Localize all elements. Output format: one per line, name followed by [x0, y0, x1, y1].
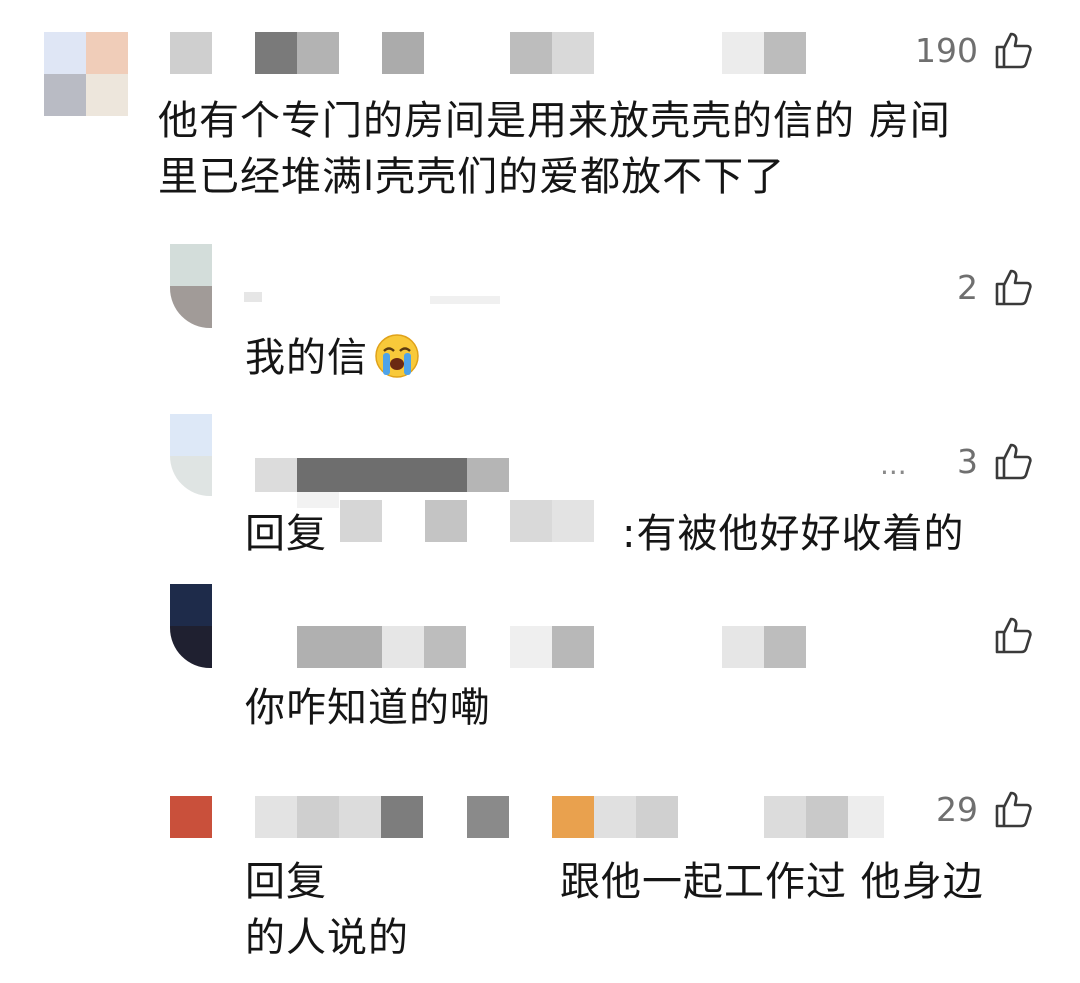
comment-line: 我的信 [245, 335, 368, 381]
thumbs-up-icon[interactable] [993, 267, 1033, 307]
reply-body: :有被他好好收着的 [622, 511, 965, 557]
crying-face-icon [375, 334, 419, 378]
like-count: 3 [957, 442, 978, 481]
comment-text: 回复 [245, 506, 327, 562]
thumbs-up-icon[interactable] [993, 615, 1033, 655]
reply-body: 跟他一起工作过 他身边 [560, 859, 984, 905]
comment-line: 他有个专门的房间是用来放壳壳的信的 房间 [158, 98, 951, 144]
comment-text: 他有个专门的房间是用来放壳壳的信的 房间 里已经堆满l壳壳们的爱都放不下了 [158, 93, 951, 205]
reply-prefix: 回复 [245, 511, 327, 557]
thumbs-up-icon[interactable] [993, 30, 1033, 70]
like-count: 2 [957, 268, 978, 307]
thumbs-up-icon[interactable] [993, 441, 1033, 481]
comment-text: 回复 的人说的 [245, 854, 409, 966]
comment-text: 我的信 [245, 330, 420, 386]
comment-line: 里已经堆满l壳壳们的爱都放不下了 [158, 154, 786, 200]
comment-line: 回复 [245, 854, 409, 910]
comment-text: 你咋知道的嘞 [245, 685, 491, 731]
like-count: 29 [936, 790, 978, 829]
thumbs-up-icon[interactable] [993, 789, 1033, 829]
reply-prefix: 回复 [245, 859, 327, 905]
comment-line: 的人说的 [245, 915, 409, 961]
like-count: 190 [915, 31, 978, 70]
